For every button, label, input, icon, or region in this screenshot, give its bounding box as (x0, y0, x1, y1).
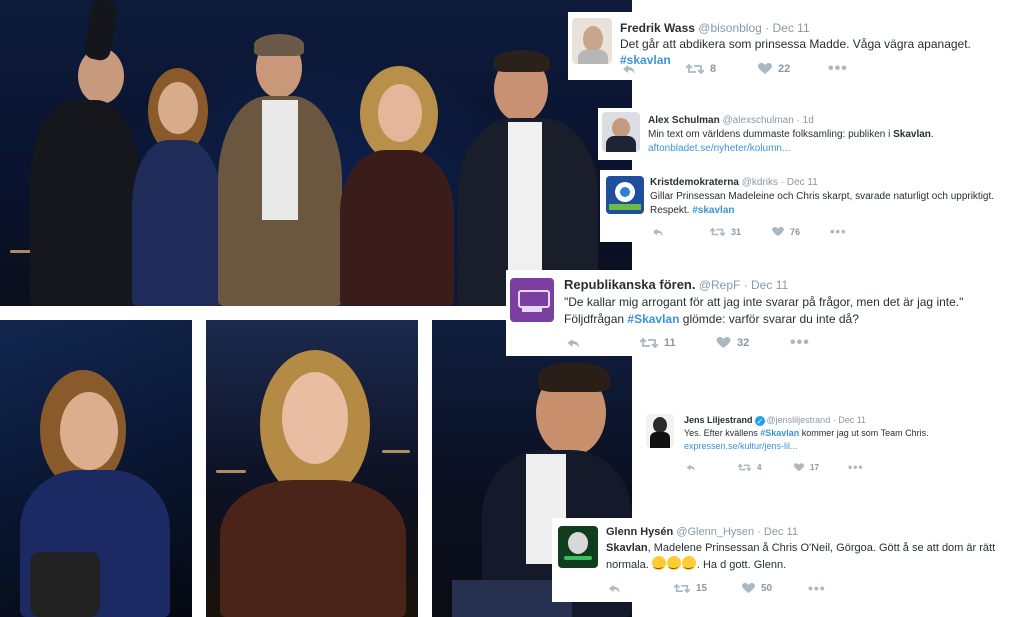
more-icon[interactable]: ••• (848, 460, 864, 474)
retweet-button[interactable]: 4 (738, 463, 794, 472)
tweet-card[interactable]: Alex Schulman @alexschulman · 1d Min tex… (598, 108, 1024, 160)
more-icon[interactable]: ••• (828, 60, 848, 78)
stage-light (216, 470, 246, 473)
highlighted-word: Skavlan (606, 542, 648, 554)
reply-icon[interactable] (652, 227, 710, 237)
reply-icon[interactable] (608, 583, 674, 594)
tweet-text-end: glömde: varför svarar du inte då? (682, 312, 859, 326)
tweet-author[interactable]: Jens Liljestrand (684, 415, 753, 425)
tweet-author[interactable]: Glenn Hysén (606, 526, 673, 538)
retweet-count: 4 (757, 462, 762, 472)
like-button[interactable]: 22 (758, 63, 828, 75)
heart-icon (794, 462, 804, 471)
tweet-card[interactable]: Fredrik Wass @bisonblog · Dec 11 Det går… (568, 12, 1024, 80)
retweet-button[interactable]: 15 (674, 583, 742, 594)
retweet-icon (674, 583, 690, 593)
retweet-icon (640, 337, 658, 349)
tweet-handle[interactable]: @RepF · Dec 11 (699, 278, 788, 292)
smiley-icon (651, 556, 666, 570)
tweet-text-end: . (930, 129, 934, 140)
like-count: 76 (790, 226, 801, 237)
tweet-card[interactable]: Kristdemokraterna @kdriks · Dec 11 Gilla… (600, 170, 1024, 242)
more-icon[interactable]: ••• (790, 334, 810, 352)
avatar[interactable] (646, 414, 674, 448)
tweet-text: Min text om världens dummaste folksamlin… (648, 129, 891, 140)
like-button[interactable]: 32 (716, 337, 790, 349)
tweet-link[interactable]: expressen.se/kultur/jens-lil... (684, 441, 798, 451)
tweet-handle[interactable]: @jensliljestrand · Dec 11 (767, 415, 867, 425)
more-icon[interactable]: ••• (830, 224, 847, 239)
like-count: 17 (810, 462, 819, 472)
hashtag-link[interactable]: #Skavlan (760, 428, 799, 438)
stage-light (382, 450, 410, 453)
verified-icon (754, 415, 765, 428)
smiley-icon (666, 556, 681, 570)
photo-adele (206, 320, 418, 617)
tweet-card[interactable]: Jens Liljestrand @jensliljestrand · Dec 1… (640, 408, 1024, 478)
tweet-author[interactable]: Fredrik Wass (620, 21, 695, 35)
tweet-handle[interactable]: @Glenn_Hysen · Dec 11 (676, 526, 798, 538)
tweet-text: "De kallar mig arrogant för att jag inte… (564, 295, 964, 309)
smiley-icon (681, 556, 696, 570)
heart-icon (772, 226, 784, 236)
avatar[interactable] (572, 18, 612, 64)
avatar[interactable] (602, 112, 640, 152)
retweet-count: 15 (696, 582, 708, 594)
like-count: 32 (737, 337, 750, 349)
retweet-button[interactable]: 31 (710, 227, 772, 237)
tweet-handle[interactable]: @alexschulman · 1d (722, 115, 813, 126)
avatar[interactable] (606, 176, 644, 214)
tweet-text: Yes. Efter kvällens (684, 428, 758, 438)
tweet-link[interactable]: aftonbladet.se/nyheter/kolumn... (648, 143, 790, 154)
retweet-count: 31 (731, 226, 742, 237)
tweet-card[interactable]: Glenn Hysén @Glenn_Hysen · Dec 11 Skavla… (552, 518, 1024, 602)
like-button[interactable]: 50 (742, 582, 808, 594)
heart-icon (716, 337, 731, 348)
retweet-count: 8 (710, 63, 717, 75)
like-count: 22 (778, 63, 791, 75)
retweet-count: 11 (664, 337, 676, 349)
tweet-author[interactable]: Kristdemokraterna (650, 177, 739, 188)
retweet-icon (686, 63, 704, 75)
hashtag-link[interactable]: #Skavlan (627, 312, 679, 326)
group-photo (0, 0, 632, 306)
tweet-text: normala. (606, 559, 649, 571)
tweet-handle[interactable]: @kdriks · Dec 11 (742, 177, 818, 188)
like-button[interactable]: 17 (794, 463, 848, 472)
avatar[interactable] (558, 526, 598, 568)
retweet-button[interactable]: 11 (640, 337, 716, 349)
heart-icon (742, 582, 755, 593)
tweet-text: , Madelene Prinsessan å Chris O'Neil, Gö… (647, 542, 996, 554)
heart-icon (758, 63, 772, 74)
highlighted-word: Skavlan (893, 129, 931, 140)
reply-icon[interactable] (686, 463, 738, 472)
avatar[interactable] (510, 278, 554, 322)
more-icon[interactable]: ••• (808, 580, 826, 596)
tweet-text-end: . Ha d gott. Glenn. (696, 559, 787, 571)
retweet-icon (710, 227, 725, 236)
hashtag-link[interactable]: #skavlan (692, 205, 734, 216)
tweet-author[interactable]: Alex Schulman (648, 115, 720, 126)
photo-madeleine (0, 320, 192, 617)
tweet-author[interactable]: Republikanska fören. (564, 277, 695, 292)
like-count: 50 (761, 582, 773, 594)
reply-icon[interactable] (622, 63, 686, 75)
reply-icon[interactable] (566, 337, 640, 349)
tweet-text-end: kommer jag ut som Team Chris. (801, 428, 929, 438)
retweet-icon (738, 463, 751, 471)
tweet-text: Följdfrågan (564, 312, 625, 326)
tweet-card[interactable]: Republikanska fören. @RepF · Dec 11 "De … (506, 270, 1024, 356)
like-button[interactable]: 76 (772, 226, 830, 237)
retweet-button[interactable]: 8 (686, 63, 758, 75)
tweet-handle[interactable]: @bisonblog · Dec 11 (698, 21, 809, 35)
tweet-text: Det går att abdikera som prinsessa Madde… (620, 37, 971, 51)
